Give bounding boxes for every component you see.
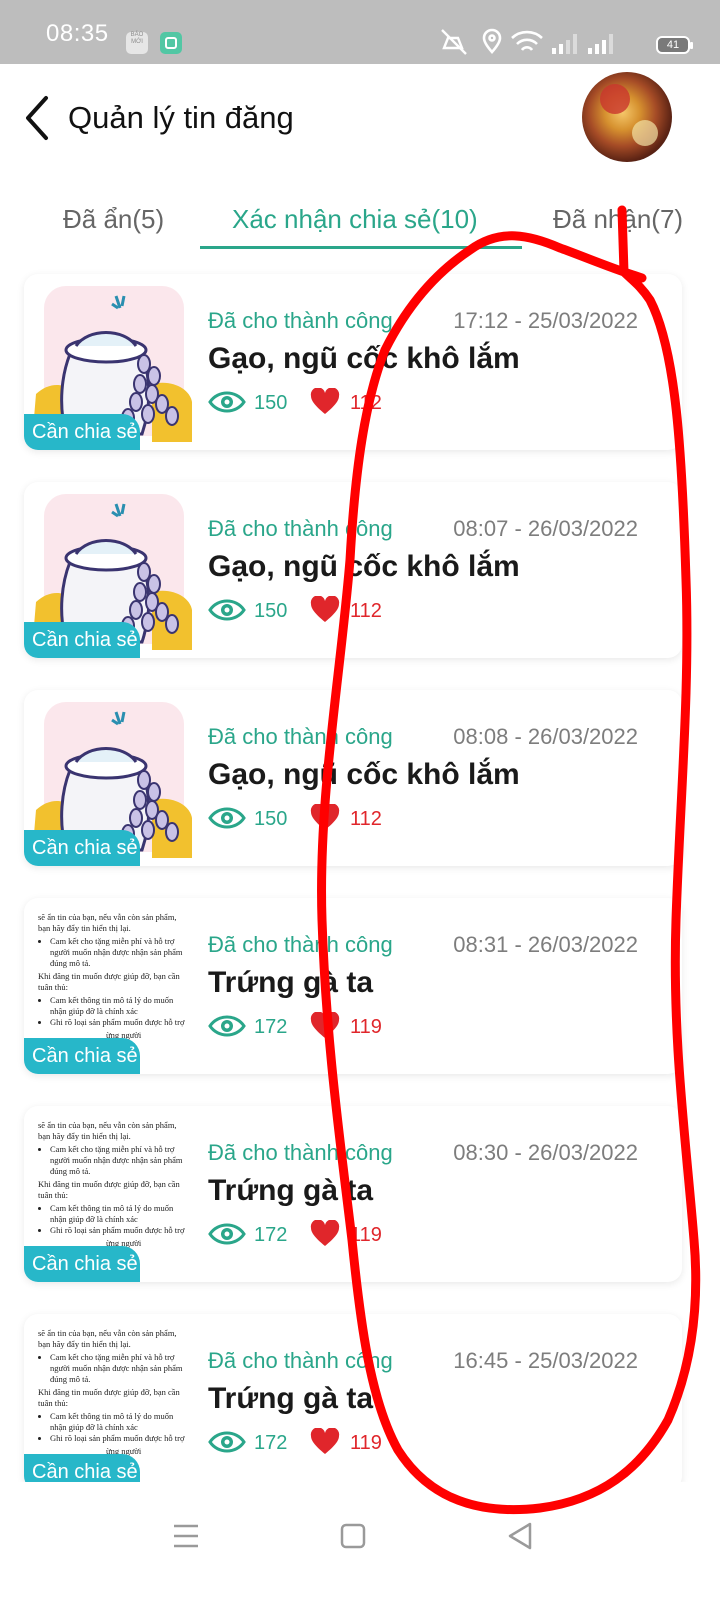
post-card[interactable]: Cần chia sẻ Đã cho thành công 08:08 - 26… [24, 690, 682, 866]
news-app-icon: BÁO MỚI [126, 32, 148, 54]
post-card[interactable]: Cần chia sẻ Đã cho thành công 08:07 - 26… [24, 482, 682, 658]
need-share-badge: Cần chia sẻ [24, 414, 140, 450]
post-status: Đã cho thành công [208, 516, 393, 541]
post-title: Gạo, ngũ cốc khô lắm [208, 342, 520, 375]
system-back-button[interactable] [490, 1506, 550, 1566]
avatar[interactable] [582, 72, 672, 162]
eye-icon [208, 1431, 246, 1453]
post-title: Trứng gà ta [208, 966, 374, 999]
app-header: Quản lý tin đăng [0, 64, 720, 174]
tab-confirm-share[interactable]: Xác nhận chia sẻ(10) [232, 204, 478, 235]
mute-vibrate-icon [441, 29, 467, 55]
post-card[interactable]: sẽ ẩn tin của bạn, nếu vẫn còn sản phẩm,… [24, 898, 682, 1074]
eye-icon [208, 391, 246, 413]
location-icon [482, 28, 502, 54]
post-title: Gạo, ngũ cốc khô lắm [208, 550, 520, 583]
post-status: Đã cho thành công [208, 932, 393, 957]
post-status: Đã cho thành công [208, 1348, 393, 1373]
eye-icon [208, 807, 246, 829]
heart-icon [310, 1428, 340, 1454]
need-share-badge: Cần chia sẻ [24, 622, 140, 658]
page-title: Quản lý tin đăng [68, 100, 294, 135]
heart-icon [310, 1012, 340, 1038]
post-date: 08:31 - 26/03/2022 [453, 932, 638, 957]
post-card[interactable]: Cần chia sẻ Đã cho thành công 17:12 - 25… [24, 274, 682, 450]
need-share-badge: Cần chia sẻ [24, 1454, 140, 1482]
active-tab-indicator [200, 246, 522, 249]
heart-icon [310, 388, 340, 414]
eye-icon [208, 1223, 246, 1245]
app-notification-icon [160, 32, 182, 54]
battery-icon: 41 [656, 36, 693, 54]
post-date: 08:08 - 26/03/2022 [453, 724, 638, 749]
eye-icon [208, 599, 246, 621]
status-bar: 08:35 BÁO MỚI 41 [0, 0, 720, 64]
signal-icon-2 [588, 34, 613, 54]
heart-icon [310, 804, 340, 830]
post-date: 08:07 - 26/03/2022 [453, 516, 638, 541]
chevron-left-icon [26, 96, 48, 140]
signal-icon-1 [552, 34, 577, 54]
heart-icon [310, 596, 340, 622]
home-square-icon [340, 1523, 366, 1549]
heart-icon [310, 1220, 340, 1246]
system-nav-bar [0, 1484, 720, 1600]
tab-hidden[interactable]: Đã ẩn(5) [63, 204, 164, 235]
status-time: 08:35 [46, 20, 109, 47]
post-status: Đã cho thành công [208, 1140, 393, 1165]
post-list[interactable]: Cần chia sẻ Đã cho thành công 17:12 - 25… [0, 264, 720, 1482]
menu-icon [174, 1524, 198, 1548]
post-status: Đã cho thành công [208, 724, 393, 749]
triangle-back-icon [508, 1522, 532, 1550]
post-title: Trứng gà ta [208, 1382, 374, 1415]
tab-received[interactable]: Đã nhận(7) [553, 204, 683, 235]
menu-button[interactable] [156, 1506, 216, 1566]
wifi-icon [511, 30, 543, 51]
post-title: Gạo, ngũ cốc khô lắm [208, 758, 520, 791]
status-icons [441, 28, 613, 55]
eye-icon [208, 1015, 246, 1037]
post-date: 17:12 - 25/03/2022 [453, 308, 638, 333]
back-button[interactable] [18, 94, 58, 142]
home-button[interactable] [323, 1506, 383, 1566]
post-title: Trứng gà ta [208, 1174, 374, 1207]
need-share-badge: Cần chia sẻ [24, 830, 140, 866]
tab-bar: Đã ẩn(5) Xác nhận chia sẻ(10) Đã nhận(7) [0, 196, 720, 254]
post-date: 08:30 - 26/03/2022 [453, 1140, 638, 1165]
need-share-badge: Cần chia sẻ [24, 1038, 140, 1074]
post-card[interactable]: sẽ ẩn tin của bạn, nếu vẫn còn sản phẩm,… [24, 1106, 682, 1282]
post-card[interactable]: sẽ ẩn tin của bạn, nếu vẫn còn sản phẩm,… [24, 1314, 682, 1482]
post-date: 16:45 - 25/03/2022 [453, 1348, 638, 1373]
need-share-badge: Cần chia sẻ [24, 1246, 140, 1282]
post-status: Đã cho thành công [208, 308, 393, 333]
